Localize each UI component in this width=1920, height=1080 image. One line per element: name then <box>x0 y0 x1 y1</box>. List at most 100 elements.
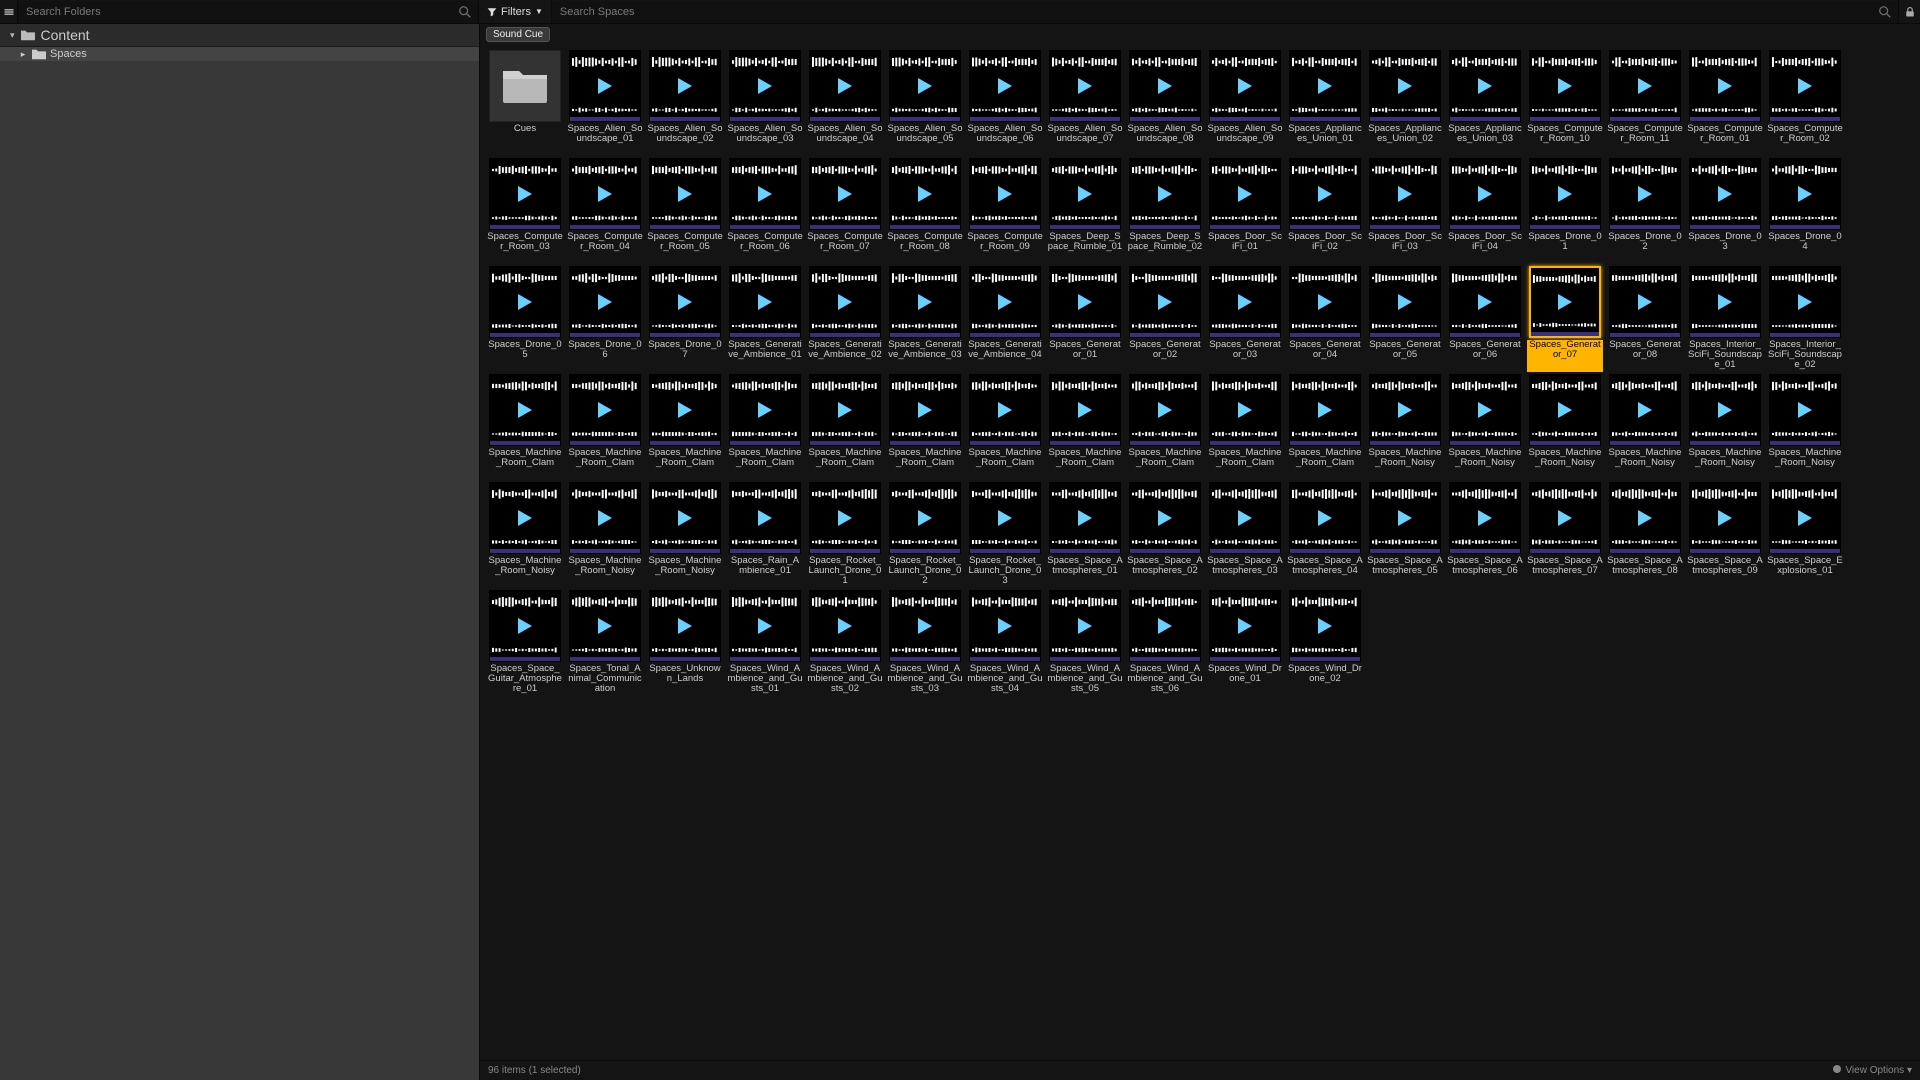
play-icon[interactable] <box>1638 402 1652 418</box>
sound-cue-asset[interactable]: Spaces_Door_SciFi_02 <box>1286 158 1364 264</box>
sound-cue-asset[interactable]: Spaces_Machine_Room_Clam <box>1126 374 1204 480</box>
play-icon[interactable] <box>1638 294 1652 310</box>
play-icon[interactable] <box>1558 78 1572 94</box>
sound-cue-asset[interactable]: Spaces_Drone_05 <box>486 266 564 372</box>
sound-cue-asset[interactable]: Spaces_Wind_Ambience_and_Gusts_04 <box>966 590 1044 696</box>
play-icon[interactable] <box>518 402 532 418</box>
play-icon[interactable] <box>838 510 852 526</box>
play-icon[interactable] <box>1318 510 1332 526</box>
play-icon[interactable] <box>998 618 1012 634</box>
sound-cue-asset[interactable]: Spaces_Space_Atmospheres_01 <box>1046 482 1124 588</box>
play-icon[interactable] <box>1798 78 1812 94</box>
play-icon[interactable] <box>758 618 772 634</box>
sound-cue-asset[interactable]: Spaces_Wind_Drone_01 <box>1206 590 1284 696</box>
play-icon[interactable] <box>678 78 692 94</box>
sound-cue-asset[interactable]: Spaces_Machine_Room_Clam <box>646 374 724 480</box>
sound-cue-asset[interactable]: Spaces_Rocket_Launch_Drone_01 <box>806 482 884 588</box>
play-icon[interactable] <box>1158 510 1172 526</box>
filters-button[interactable]: Filters ▼ <box>478 0 552 23</box>
sound-cue-asset[interactable]: Spaces_Generator_04 <box>1286 266 1364 372</box>
play-icon[interactable] <box>918 510 932 526</box>
sound-cue-asset[interactable]: Spaces_Alien_Soundscape_02 <box>646 50 724 156</box>
play-icon[interactable] <box>678 510 692 526</box>
play-icon[interactable] <box>1238 294 1252 310</box>
play-icon[interactable] <box>918 186 932 202</box>
play-icon[interactable] <box>1318 78 1332 94</box>
sound-cue-asset[interactable]: Spaces_Space_Atmospheres_06 <box>1446 482 1524 588</box>
play-icon[interactable] <box>838 294 852 310</box>
sound-cue-asset[interactable]: Spaces_Alien_Soundscape_03 <box>726 50 804 156</box>
play-icon[interactable] <box>758 186 772 202</box>
sound-cue-asset[interactable]: Spaces_Drone_04 <box>1766 158 1844 264</box>
sound-cue-asset[interactable]: Spaces_Drone_03 <box>1686 158 1764 264</box>
sound-cue-asset[interactable]: Spaces_Machine_Room_Noisy <box>1766 374 1844 480</box>
sound-cue-asset[interactable]: Spaces_Wind_Ambience_and_Gusts_02 <box>806 590 884 696</box>
sound-cue-asset[interactable]: Spaces_Computer_Room_07 <box>806 158 884 264</box>
play-icon[interactable] <box>1238 402 1252 418</box>
sound-cue-asset[interactable]: Spaces_Machine_Room_Noisy <box>646 482 724 588</box>
play-icon[interactable] <box>1158 294 1172 310</box>
sound-cue-asset[interactable]: Spaces_Generator_01 <box>1046 266 1124 372</box>
play-icon[interactable] <box>1718 294 1732 310</box>
sound-cue-asset[interactable]: Spaces_Rocket_Launch_Drone_02 <box>886 482 964 588</box>
sound-cue-asset[interactable]: Spaces_Machine_Room_Clam <box>1206 374 1284 480</box>
play-icon[interactable] <box>1798 294 1812 310</box>
play-icon[interactable] <box>1158 402 1172 418</box>
play-icon[interactable] <box>518 510 532 526</box>
search-assets-input[interactable] <box>552 1 1898 23</box>
play-icon[interactable] <box>1638 78 1652 94</box>
play-icon[interactable] <box>598 78 612 94</box>
play-icon[interactable] <box>1798 186 1812 202</box>
play-icon[interactable] <box>758 78 772 94</box>
play-icon[interactable] <box>1238 78 1252 94</box>
play-icon[interactable] <box>838 186 852 202</box>
sound-cue-asset[interactable]: Spaces_Machine_Room_Clam <box>726 374 804 480</box>
sound-cue-asset[interactable]: Spaces_Machine_Room_Clam <box>806 374 884 480</box>
sound-cue-asset[interactable]: Spaces_Space_Atmospheres_09 <box>1686 482 1764 588</box>
sound-cue-asset[interactable]: Spaces_Alien_Soundscape_09 <box>1206 50 1284 156</box>
play-icon[interactable] <box>1798 510 1812 526</box>
play-icon[interactable] <box>1078 294 1092 310</box>
play-icon[interactable] <box>1238 510 1252 526</box>
play-icon[interactable] <box>1718 510 1732 526</box>
sound-cue-asset[interactable]: Spaces_Space_Guitar_Atmosphere_01 <box>486 590 564 696</box>
sound-cue-asset[interactable]: Spaces_Unknown_Lands <box>646 590 724 696</box>
play-icon[interactable] <box>1078 186 1092 202</box>
play-icon[interactable] <box>758 510 772 526</box>
sound-cue-asset[interactable]: Spaces_Interior_SciFi_Soundscape_02 <box>1766 266 1844 372</box>
play-icon[interactable] <box>998 510 1012 526</box>
sound-cue-asset[interactable]: Spaces_Wind_Ambience_and_Gusts_06 <box>1126 590 1204 696</box>
sound-cue-asset[interactable]: Spaces_Computer_Room_03 <box>486 158 564 264</box>
play-icon[interactable] <box>1398 294 1412 310</box>
sound-cue-asset[interactable]: Spaces_Wind_Ambience_and_Gusts_05 <box>1046 590 1124 696</box>
play-icon[interactable] <box>1238 186 1252 202</box>
sound-cue-asset[interactable]: Spaces_Deep_Space_Rumble_02 <box>1126 158 1204 264</box>
content-root[interactable]: ▾ Content <box>0 24 479 47</box>
play-icon[interactable] <box>1478 186 1492 202</box>
play-icon[interactable] <box>838 78 852 94</box>
play-icon[interactable] <box>1238 618 1252 634</box>
sound-cue-asset[interactable]: Spaces_Space_Atmospheres_08 <box>1606 482 1684 588</box>
play-icon[interactable] <box>1558 186 1572 202</box>
play-icon[interactable] <box>598 294 612 310</box>
play-icon[interactable] <box>1158 618 1172 634</box>
play-icon[interactable] <box>1638 186 1652 202</box>
sound-cue-asset[interactable]: Spaces_Generative_Ambience_02 <box>806 266 884 372</box>
sound-cue-asset[interactable]: Spaces_Generator_05 <box>1366 266 1444 372</box>
sound-cue-asset[interactable]: Spaces_Machine_Room_Clam <box>1286 374 1364 480</box>
sound-cue-asset[interactable]: Spaces_Space_Atmospheres_05 <box>1366 482 1444 588</box>
play-icon[interactable] <box>678 618 692 634</box>
sound-cue-asset[interactable]: Spaces_Computer_Room_08 <box>886 158 964 264</box>
play-icon[interactable] <box>518 618 532 634</box>
sound-cue-asset[interactable]: Spaces_Drone_06 <box>566 266 644 372</box>
sound-cue-asset[interactable]: Spaces_Drone_02 <box>1606 158 1684 264</box>
sound-cue-asset[interactable]: Spaces_Machine_Room_Clam <box>966 374 1044 480</box>
sound-cue-asset[interactable]: Spaces_Appliances_Union_01 <box>1286 50 1364 156</box>
play-icon[interactable] <box>678 294 692 310</box>
sound-cue-asset[interactable]: Spaces_Deep_Space_Rumble_01 <box>1046 158 1124 264</box>
sound-cue-asset[interactable]: Spaces_Machine_Room_Noisy <box>1606 374 1684 480</box>
play-icon[interactable] <box>1478 294 1492 310</box>
sound-cue-asset[interactable]: Spaces_Generator_06 <box>1446 266 1524 372</box>
sound-cue-asset[interactable]: Spaces_Space_Atmospheres_04 <box>1286 482 1364 588</box>
sound-cue-asset[interactable]: Spaces_Generative_Ambience_04 <box>966 266 1044 372</box>
